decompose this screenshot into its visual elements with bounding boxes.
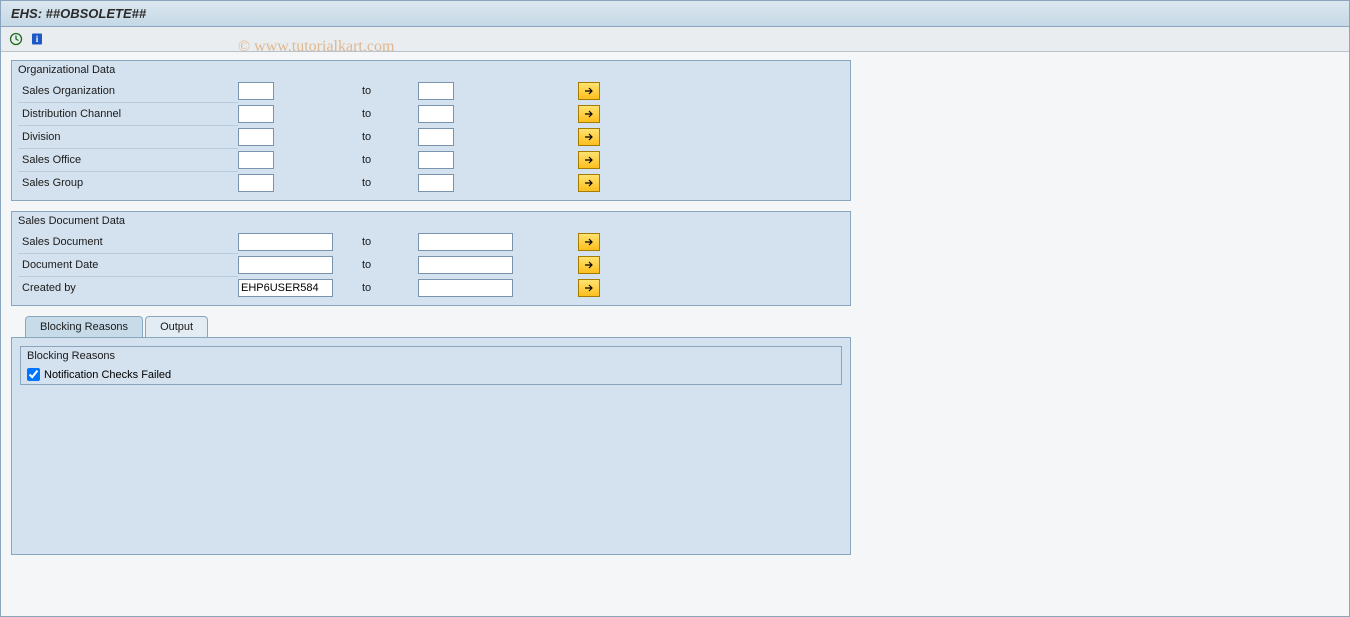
sales-group-to[interactable]: [418, 174, 454, 192]
division-range-button[interactable]: [578, 128, 600, 146]
dist-channel-range-button[interactable]: [578, 105, 600, 123]
division-label: Division: [18, 125, 238, 148]
document-date-to[interactable]: [418, 256, 513, 274]
notification-checks-failed-label: Notification Checks Failed: [44, 369, 171, 381]
created-by-to[interactable]: [418, 279, 513, 297]
dist-channel-label: Distribution Channel: [18, 102, 238, 125]
sales-office-from[interactable]: [238, 151, 274, 169]
to-label: to: [358, 108, 418, 120]
window-frame: EHS: ##OBSOLETE## i © www.tutorialkart.c…: [0, 0, 1350, 617]
sales-group-from[interactable]: [238, 174, 274, 192]
sales-office-label: Sales Office: [18, 148, 238, 171]
clock-check-icon: [9, 32, 23, 46]
sales-document-range-button[interactable]: [578, 233, 600, 251]
sales-org-range-button[interactable]: [578, 82, 600, 100]
document-date-label: Document Date: [18, 253, 238, 276]
arrow-right-icon: [584, 87, 594, 95]
to-label: to: [358, 259, 418, 271]
arrow-right-icon: [584, 156, 594, 164]
sales-document-label: Sales Document: [18, 230, 238, 253]
info-button[interactable]: i: [28, 30, 46, 48]
sales-doc-title: Sales Document Data: [12, 212, 850, 230]
arrow-right-icon: [584, 284, 594, 292]
notification-checks-failed-checkbox[interactable]: [27, 368, 40, 381]
to-label: to: [358, 282, 418, 294]
division-from[interactable]: [238, 128, 274, 146]
to-label: to: [358, 177, 418, 189]
tab-strip: Blocking Reasons Output: [11, 316, 851, 337]
sales-group-range-button[interactable]: [578, 174, 600, 192]
document-date-range-button[interactable]: [578, 256, 600, 274]
to-label: to: [358, 85, 418, 97]
sales-org-label: Sales Organization: [18, 79, 238, 102]
sales-org-from[interactable]: [238, 82, 274, 100]
dist-channel-to[interactable]: [418, 105, 454, 123]
created-by-label: Created by: [18, 276, 238, 299]
blocking-reasons-group: Blocking Reasons Notification Checks Fai…: [20, 346, 842, 385]
org-data-group: Organizational Data Sales Organization t…: [11, 60, 851, 201]
arrow-right-icon: [584, 133, 594, 141]
document-date-from[interactable]: [238, 256, 333, 274]
sales-doc-group: Sales Document Data Sales Document to Do…: [11, 211, 851, 306]
sales-office-to[interactable]: [418, 151, 454, 169]
dist-channel-from[interactable]: [238, 105, 274, 123]
tab-panel-blocking: Blocking Reasons Notification Checks Fai…: [11, 337, 851, 555]
app-toolbar: i: [1, 27, 1349, 52]
info-icon: i: [30, 32, 44, 46]
sales-org-to[interactable]: [418, 82, 454, 100]
org-data-title: Organizational Data: [12, 61, 850, 79]
tab-blocking-reasons[interactable]: Blocking Reasons: [25, 316, 143, 337]
arrow-right-icon: [584, 261, 594, 269]
execute-button[interactable]: [7, 30, 25, 48]
created-by-range-button[interactable]: [578, 279, 600, 297]
arrow-right-icon: [584, 179, 594, 187]
blocking-reasons-title: Blocking Reasons: [21, 347, 841, 365]
sales-office-range-button[interactable]: [578, 151, 600, 169]
to-label: to: [358, 154, 418, 166]
sales-group-label: Sales Group: [18, 171, 238, 194]
arrow-right-icon: [584, 110, 594, 118]
page-title: EHS: ##OBSOLETE##: [1, 1, 1349, 27]
sales-document-from[interactable]: [238, 233, 333, 251]
division-to[interactable]: [418, 128, 454, 146]
to-label: to: [358, 236, 418, 248]
tab-output[interactable]: Output: [145, 316, 208, 337]
to-label: to: [358, 131, 418, 143]
created-by-from[interactable]: [238, 279, 333, 297]
content-area: Organizational Data Sales Organization t…: [1, 52, 1349, 555]
sales-document-to[interactable]: [418, 233, 513, 251]
arrow-right-icon: [584, 238, 594, 246]
